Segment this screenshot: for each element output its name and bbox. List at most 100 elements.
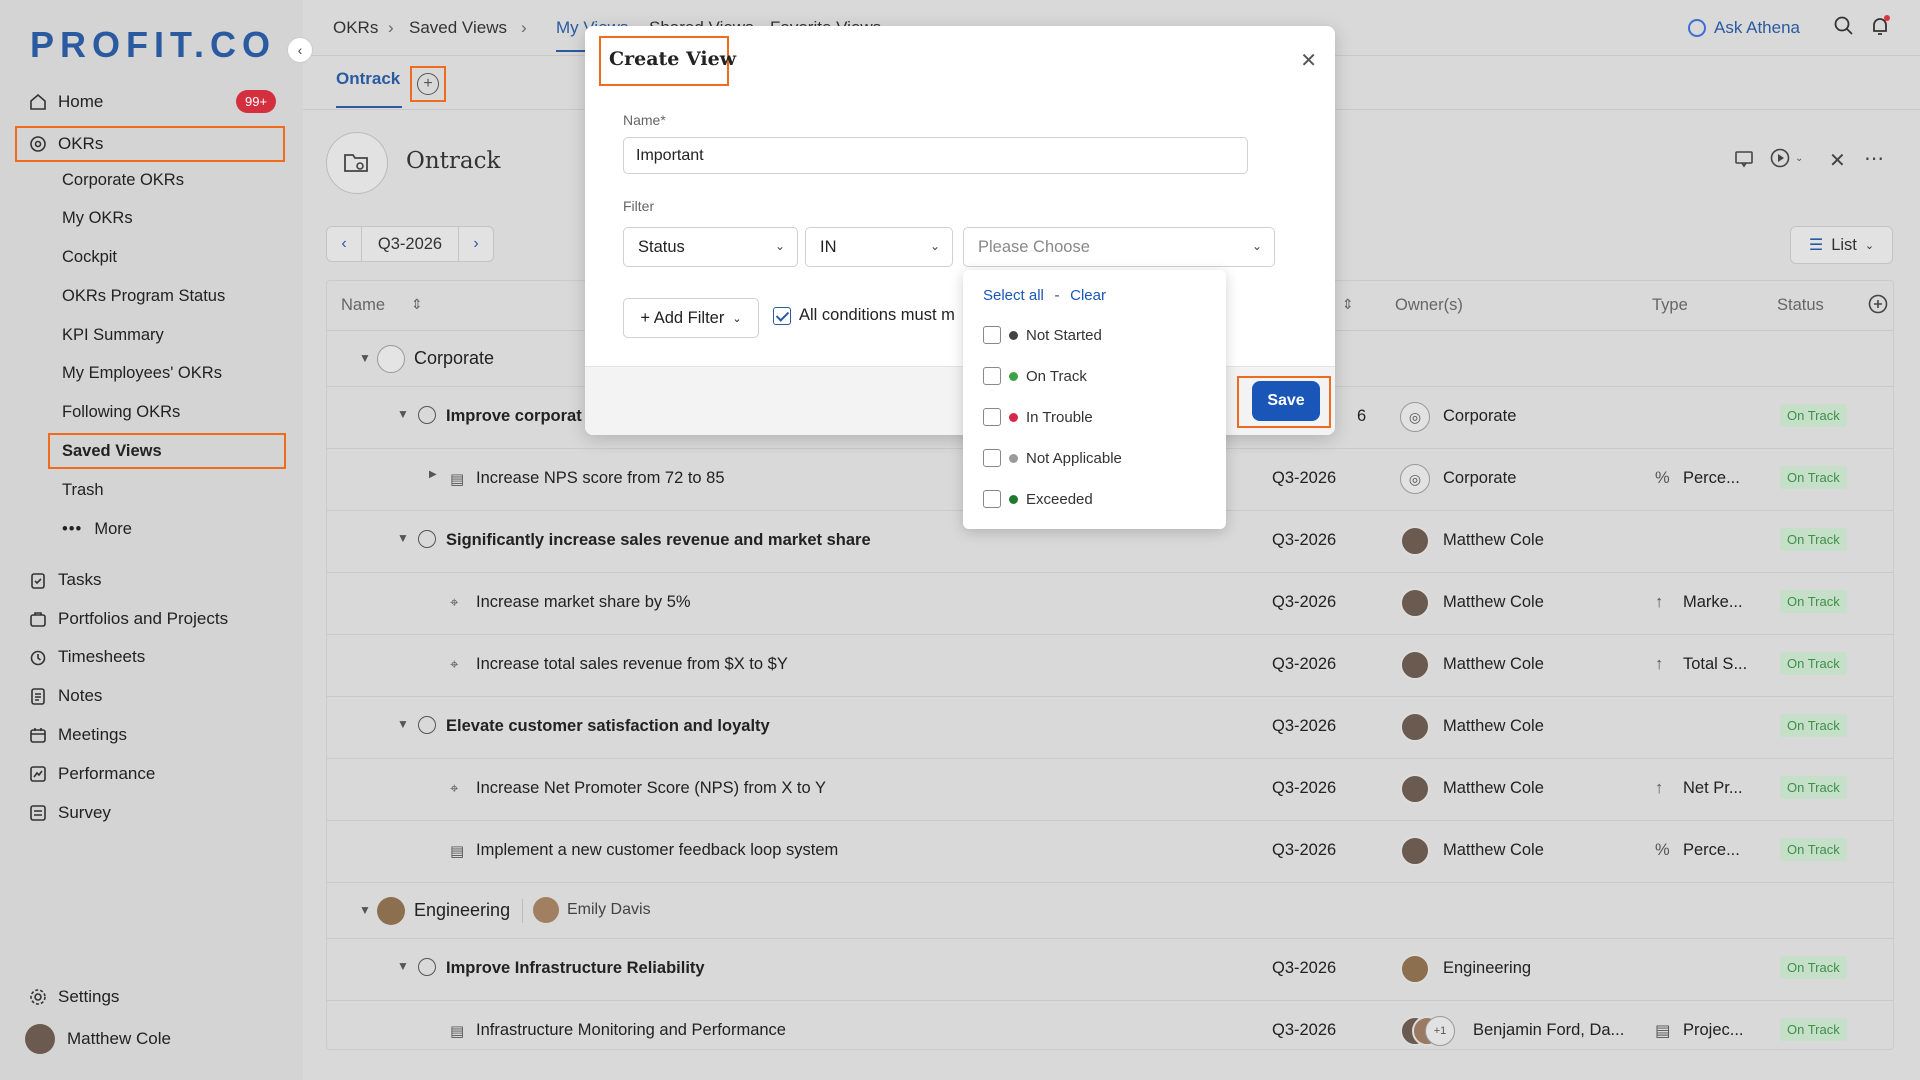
option-checkbox[interactable] [983, 367, 1001, 385]
sidebar-item-settings[interactable]: Settings [28, 979, 119, 1015]
sidebar-item-performance[interactable]: Performance [28, 756, 155, 792]
prev-period-button[interactable]: ‹ [327, 235, 361, 253]
option-in-trouble[interactable]: In Trouble [983, 405, 1093, 429]
status-badge: On Track [1780, 956, 1847, 979]
arrow-up-icon: ↑ [1655, 779, 1664, 797]
target-icon [28, 134, 48, 154]
comment-icon[interactable] [1733, 148, 1755, 175]
column-header-status[interactable]: Status [1777, 296, 1824, 315]
table-row[interactable]: ▤ Implement a new customer feedback loop… [327, 821, 1893, 883]
add-filter-button[interactable]: + Add Filter ⌄ [623, 298, 759, 338]
breadcrumb-saved-views[interactable]: Saved Views [409, 18, 507, 38]
filter-field-select[interactable]: Status ⌄ [623, 227, 798, 267]
add-column-plus-icon[interactable] [1867, 293, 1889, 320]
sidebar-collapse-button[interactable]: ‹ [287, 37, 313, 63]
sidebar-sub-cockpit[interactable]: Cockpit [62, 239, 117, 275]
breadcrumb-okrs[interactable]: OKRs [333, 18, 378, 38]
chevron-down-icon[interactable]: ▼ [359, 903, 371, 917]
option-checkbox[interactable] [983, 449, 1001, 467]
option-label: Exceeded [1026, 490, 1093, 508]
sidebar-sub-program-status[interactable]: OKRs Program Status [62, 278, 225, 314]
chevron-right-icon[interactable]: ▶ [429, 469, 437, 480]
row-name[interactable]: Increase market share by 5% [476, 593, 691, 612]
sidebar-sub-following-okrs[interactable]: Following OKRs [62, 394, 180, 430]
option-checkbox[interactable] [983, 490, 1001, 508]
next-period-button[interactable]: › [459, 235, 493, 253]
more-options-icon[interactable]: ⋯ [1864, 146, 1884, 171]
ask-athena-button[interactable]: Ask Athena [1688, 18, 1800, 38]
sidebar-item-okrs[interactable]: OKRs [28, 126, 103, 162]
chevron-down-icon[interactable]: ▼ [397, 531, 409, 545]
sort-icon[interactable]: ⇕ [1342, 296, 1354, 313]
chevron-down-icon[interactable]: ▼ [397, 717, 409, 731]
profitco-logo[interactable]: PROFIT.CO [30, 24, 276, 66]
group-row-engineering[interactable]: ▼ Engineering Emily Davis [327, 883, 1893, 939]
sidebar-item-home[interactable]: Home [28, 84, 103, 120]
sidebar-sub-saved-views[interactable]: Saved Views [62, 433, 162, 469]
sidebar-item-portfolios[interactable]: Portfolios and Projects [28, 601, 228, 637]
period-value[interactable]: Q3-2026 [361, 227, 459, 261]
row-name[interactable]: Improve corporat [446, 407, 582, 426]
bell-icon[interactable] [1868, 14, 1892, 43]
close-icon[interactable]: ✕ [1300, 48, 1317, 73]
objective-target-icon [418, 406, 436, 424]
chevron-down-icon[interactable]: ▼ [359, 351, 371, 365]
table-row[interactable]: ▤ Infrastructure Monitoring and Performa… [327, 1001, 1893, 1049]
chevron-down-icon[interactable]: ▼ [397, 407, 409, 421]
table-row[interactable]: ⌖ Increase total sales revenue from $X t… [327, 635, 1893, 697]
filter-operator-select[interactable]: IN ⌄ [805, 227, 953, 267]
row-period: Q3-2026 [1272, 1021, 1337, 1039]
row-name[interactable]: Increase Net Promoter Score (NPS) from X… [476, 779, 826, 798]
tab-ontrack[interactable]: Ontrack [336, 69, 400, 89]
column-header-type[interactable]: Type [1652, 296, 1688, 315]
row-name[interactable]: Infrastructure Monitoring and Performanc… [476, 1021, 786, 1040]
column-header-name[interactable]: Name [341, 296, 385, 315]
sidebar-sub-corporate-okrs[interactable]: Corporate OKRs [62, 162, 184, 198]
save-button[interactable]: Save [1252, 381, 1320, 421]
sidebar-sub-employees-okrs[interactable]: My Employees' OKRs [62, 355, 222, 391]
view-mode-select[interactable]: ☰ List ⌄ [1790, 226, 1893, 264]
row-name[interactable]: Improve Infrastructure Reliability [446, 959, 705, 978]
table-row[interactable]: ⌖ Increase Net Promoter Score (NPS) from… [327, 759, 1893, 821]
option-not-applicable[interactable]: Not Applicable [983, 446, 1122, 470]
filter-value-select[interactable]: Please Choose ⌄ [963, 227, 1275, 267]
sort-icon[interactable]: ⇕ [411, 296, 423, 313]
table-row[interactable]: ▼ Improve Infrastructure Reliability Q3-… [327, 939, 1893, 1001]
present-play-button[interactable]: ⌄ [1769, 147, 1803, 169]
option-not-started[interactable]: Not Started [983, 323, 1102, 347]
row-type: Marke... [1683, 593, 1743, 611]
option-on-track[interactable]: On Track [983, 364, 1087, 388]
sidebar-sub-kpi-summary[interactable]: KPI Summary [62, 317, 164, 353]
sidebar-sub-my-okrs[interactable]: My OKRs [62, 200, 133, 236]
row-name[interactable]: Increase total sales revenue from $X to … [476, 655, 788, 674]
view-name-input[interactable]: Important [623, 137, 1248, 174]
row-name[interactable]: Elevate customer satisfaction and loyalt… [446, 717, 770, 736]
table-row[interactable]: ▼ Elevate customer satisfaction and loya… [327, 697, 1893, 759]
option-exceeded[interactable]: Exceeded [983, 487, 1093, 511]
search-icon[interactable] [1833, 15, 1855, 42]
option-checkbox[interactable] [983, 326, 1001, 344]
sidebar-user[interactable]: Matthew Cole [25, 1021, 171, 1057]
add-view-plus-icon[interactable]: + [417, 73, 439, 95]
row-name[interactable]: Significantly increase sales revenue and… [446, 531, 871, 550]
sidebar-sub-more[interactable]: ••• More [62, 511, 132, 547]
clear-link[interactable]: Clear [1070, 287, 1106, 304]
extra-owners-count[interactable]: +1 [1425, 1016, 1455, 1046]
sidebar-item-notes[interactable]: Notes [28, 678, 102, 714]
column-header-owners[interactable]: Owner(s) [1395, 296, 1463, 315]
sidebar-item-meetings[interactable]: Meetings [28, 717, 127, 753]
select-clear-links: Select all - Clear [983, 287, 1106, 305]
row-name[interactable]: Increase NPS score from 72 to 85 [476, 469, 725, 488]
collapse-icon[interactable]: ✕ [1829, 148, 1846, 173]
sidebar-item-timesheets[interactable]: Timesheets [28, 639, 145, 675]
sidebar-sub-trash[interactable]: Trash [62, 472, 104, 508]
sidebar-item-survey[interactable]: Survey [28, 795, 111, 831]
chevron-down-icon[interactable]: ▼ [397, 959, 409, 973]
all-conditions-checkbox[interactable] [773, 306, 791, 325]
select-all-link[interactable]: Select all [983, 287, 1044, 304]
all-conditions-toggle[interactable]: All conditions must m [773, 306, 955, 325]
sidebar-item-tasks[interactable]: Tasks [28, 562, 101, 598]
row-name[interactable]: Implement a new customer feedback loop s… [476, 841, 838, 860]
option-checkbox[interactable] [983, 408, 1001, 426]
table-row[interactable]: ⌖ Increase market share by 5% Q3-2026 Ma… [327, 573, 1893, 635]
